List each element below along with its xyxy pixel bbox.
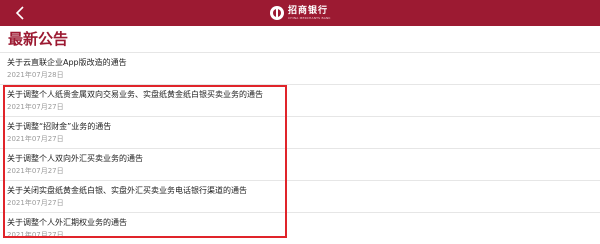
app-window: 招商银行 CHINA MERCHANTS BANK 最新公告 关于云直联企业Ap… [0, 0, 600, 244]
notice-title: 关于关闭实盘纸黄金纸白银、实盘外汇买卖业务电话银行渠道的通告 [7, 186, 247, 195]
logo-name-en: CHINA MERCHANTS BANK [288, 15, 331, 20]
list-item[interactable]: 关于调整“招财金”业务的通告 2021年07月27日 [0, 116, 600, 148]
logo-name-cn: 招商银行 [288, 5, 329, 16]
notice-title: 关于调整个人外汇期权业务的通告 [7, 218, 127, 227]
list-item[interactable]: 关于调整个人纸贵金属双向交易业务、实盘纸黄金纸白银买卖业务的通告 2021年07… [0, 84, 600, 116]
chevron-left-icon [15, 6, 24, 20]
notice-date: 2021年07月27日 [7, 103, 64, 111]
notice-date: 2021年07月28日 [7, 71, 64, 79]
list-item[interactable]: 关于调整个人双向外汇买卖业务的通告 2021年07月27日 [0, 148, 600, 180]
notice-date: 2021年07月27日 [7, 135, 64, 143]
notice-list: 关于云直联企业App版改造的通告 2021年07月28日 关于调整个人纸贵金属双… [0, 52, 600, 244]
notice-date: 2021年07月27日 [7, 231, 64, 239]
notice-title: 关于调整“招财金”业务的通告 [7, 122, 112, 131]
page-title: 最新公告 [8, 30, 69, 48]
notice-title: 关于调整个人双向外汇买卖业务的通告 [7, 154, 143, 163]
notice-date: 2021年07月27日 [7, 199, 64, 207]
title-section: 最新公告 [0, 26, 600, 52]
bank-logo: 招商银行 CHINA MERCHANTS BANK [270, 5, 331, 21]
cmb-logo-icon [270, 6, 284, 20]
notice-date: 2021年07月27日 [7, 167, 64, 175]
list-item[interactable]: 关于关闭实盘纸黄金纸白银、实盘外汇买卖业务电话银行渠道的通告 2021年07月2… [0, 180, 600, 212]
back-button[interactable] [10, 3, 30, 23]
notice-title: 关于云直联企业App版改造的通告 [7, 58, 127, 67]
top-navigation-bar: 招商银行 CHINA MERCHANTS BANK [0, 0, 600, 26]
notice-title: 关于调整个人纸贵金属双向交易业务、实盘纸黄金纸白银买卖业务的通告 [7, 90, 263, 99]
list-item[interactable]: 关于调整个人外汇期权业务的通告 2021年07月27日 [0, 212, 600, 244]
list-item[interactable]: 关于云直联企业App版改造的通告 2021年07月28日 [0, 52, 600, 84]
